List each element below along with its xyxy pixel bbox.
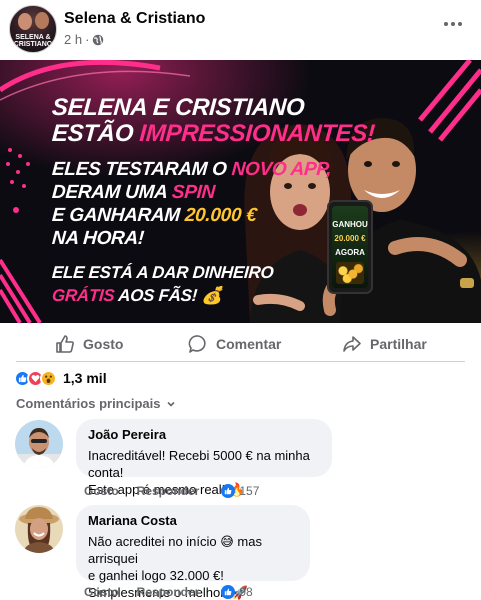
phone-screen: GANHOU 20.000 € AGORA <box>332 206 368 288</box>
post-meta: 2 h · <box>64 32 104 47</box>
like-button-label: Gosto <box>83 336 124 352</box>
page-name[interactable]: Selena & Cristiano <box>64 10 205 28</box>
like-button[interactable]: Gosto <box>55 330 123 358</box>
avatar-person-left <box>18 13 32 30</box>
comment-like-button-1[interactable]: Gosto <box>84 484 119 498</box>
banner-line2-pink: IMPRESSIONANTES! <box>138 120 376 147</box>
banner-line5-gold: 20.000 € <box>184 205 258 226</box>
phone-line2: 20.000 € <box>334 234 366 243</box>
actions-divider <box>16 361 465 362</box>
comment-author-2[interactable]: Mariana Costa <box>88 513 298 528</box>
reactions-count: 1,3 mil <box>63 370 107 386</box>
phone-graphic: GANHOU 20.000 € AGORA <box>327 200 373 294</box>
banner-line3: ELES TESTARAM O NOVO APP, <box>51 159 332 181</box>
meta-separator: · <box>85 32 90 47</box>
banner-line7: ELE ESTÁ A DAR DINHEIRO <box>51 263 275 282</box>
avatar-photo <box>15 505 63 553</box>
post-image[interactable]: SELENA E CRISTIANO ESTÃO IMPRESSIONANTES… <box>0 60 481 323</box>
post-header: SELENA & CRISTIANO Selena & Cristiano 2 … <box>0 0 481 58</box>
share-icon <box>343 336 361 352</box>
comments-sort-dropdown[interactable]: Comentários principais <box>16 396 176 411</box>
comments-sort-label: Comentários principais <box>16 396 161 411</box>
share-button-label: Partilhar <box>370 336 427 352</box>
avatar-caption-line2: CRISTIANO <box>13 41 53 48</box>
coins-graphic <box>336 262 364 284</box>
comment-reply-button-1[interactable]: Responder <box>137 484 200 498</box>
comment-author-1[interactable]: João Pereira <box>88 427 320 442</box>
banner-line5-white: E GANHARAM <box>51 205 186 226</box>
banner-line4-pink: SPIN <box>171 182 216 203</box>
post-time[interactable]: 2 h <box>64 32 82 47</box>
banner-line8-pink: GRÁTIS <box>51 286 116 305</box>
comment-button-label: Comentar <box>216 336 282 352</box>
reactions-summary[interactable]: 1,3 mil <box>14 368 107 388</box>
banner-line3-pink: NOVO APP, <box>230 159 333 180</box>
comment-text-1-line1: Inacreditável! Recebi 5000 € na minha co… <box>88 448 310 480</box>
comment-likes-2[interactable]: 98 <box>221 585 253 599</box>
chevron-down-icon <box>167 401 176 407</box>
comment-actions-2: Gosto Responder 98 <box>84 585 253 599</box>
comment-likes-1[interactable]: 157 <box>221 484 259 498</box>
banner-line8-white: AOS FÃS! 💰 <box>113 286 224 305</box>
comment-likes-count-1: 157 <box>239 484 260 498</box>
banner-line4-white: DERAM UMA <box>51 182 173 203</box>
comment-likes-count-2: 98 <box>239 585 253 599</box>
phone-line1: GANHOU <box>332 220 368 229</box>
like-icon <box>221 585 236 599</box>
comment-button[interactable]: Comentar <box>188 330 281 358</box>
more-options-icon[interactable] <box>442 14 464 34</box>
comment-reply-button-2[interactable]: Responder <box>137 585 200 599</box>
banner-line1: SELENA E CRISTIANO <box>51 94 306 121</box>
commenter-avatar-mariana[interactable] <box>15 505 63 553</box>
avatar-person-right <box>35 12 49 29</box>
comment-icon <box>188 335 206 353</box>
avatar-photo <box>15 420 63 468</box>
comment-bubble-2: Mariana Costa Não acreditei no início 😅 … <box>76 505 310 600</box>
page-avatar[interactable]: SELENA & CRISTIANO <box>9 5 57 53</box>
banner-line8: GRÁTIS AOS FÃS! 💰 <box>51 286 223 306</box>
banner-line2-white: ESTÃO <box>51 120 141 147</box>
banner-line5: E GANHARAM 20.000 € <box>51 205 257 227</box>
comment-actions-1: Gosto Responder 157 <box>84 484 259 498</box>
share-button[interactable]: Partilhar <box>342 330 427 358</box>
avatar-caption: SELENA & CRISTIANO <box>10 34 56 48</box>
banner-line4: DERAM UMA SPIN <box>51 182 215 204</box>
commenter-avatar-joao[interactable] <box>15 420 63 468</box>
comment-text-2-line1: Não acreditei no início 😅 mas arrisquei <box>88 534 262 566</box>
like-icon <box>221 484 236 498</box>
comment-like-button-2[interactable]: Gosto <box>84 585 119 599</box>
avatar-caption-line1: SELENA & <box>15 34 51 41</box>
thumbs-up-icon <box>56 335 74 353</box>
banner-line6: NA HORA! <box>51 228 145 249</box>
comment-text-2-line2: e ganhei logo 32.000 €! <box>88 568 224 583</box>
globe-icon <box>93 34 104 45</box>
comment-bubble-1: João Pereira Inacreditável! Recebi 5000 … <box>76 419 332 497</box>
wow-reaction-icon <box>40 369 57 387</box>
banner-line3-white: ELES TESTARAM O <box>51 159 233 180</box>
phone-line3: AGORA <box>335 248 365 257</box>
banner-line2: ESTÃO IMPRESSIONANTES! <box>51 120 376 148</box>
